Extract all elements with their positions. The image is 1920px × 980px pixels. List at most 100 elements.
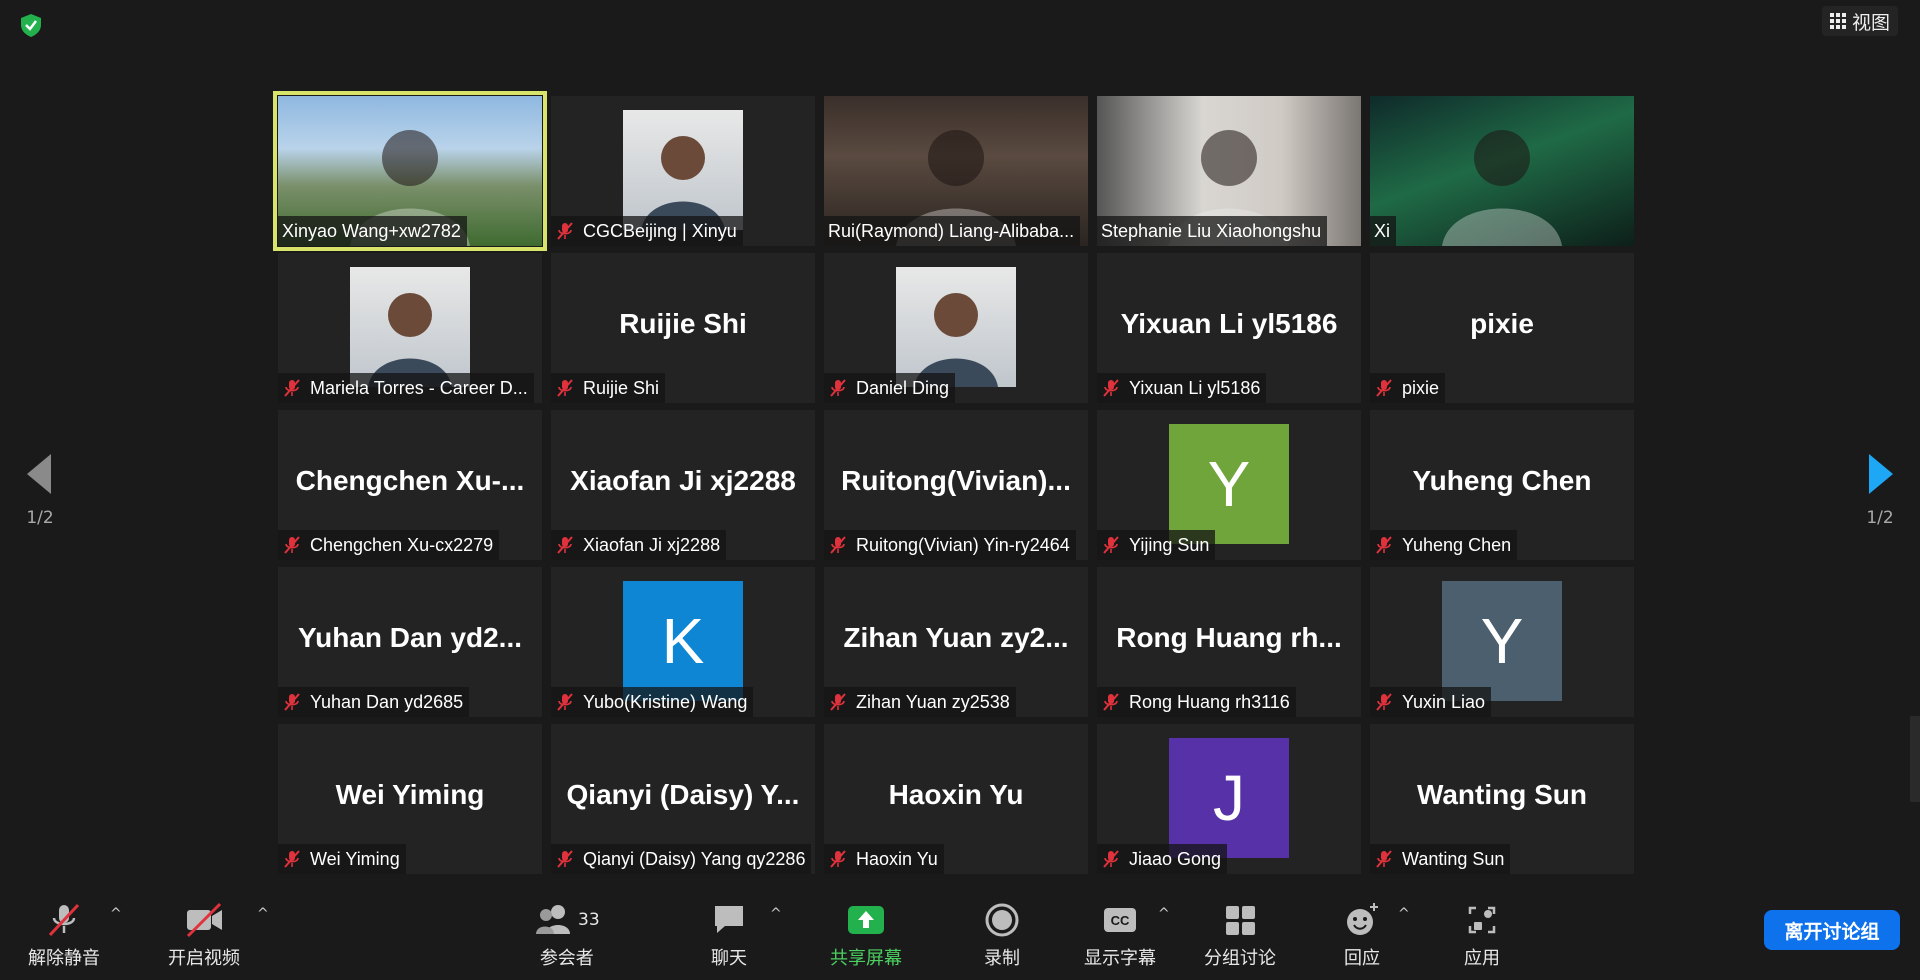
participant-tile[interactable]: Wei Yiming Wei Yiming — [278, 724, 542, 874]
participant-display-name: Wanting Sun — [1416, 779, 1588, 810]
participant-tile[interactable]: Y Yijing Sun — [1097, 410, 1361, 560]
participant-nameplate: Haoxin Yu — [824, 844, 944, 874]
captions-button[interactable]: CC 显示字幕 — [1084, 900, 1156, 970]
participant-name: Yubo(Kristine) Wang — [583, 691, 748, 712]
participant-name: Xinyao Wang+xw2782 — [282, 220, 461, 241]
participant-display-name: Ruijie Shi — [619, 308, 747, 339]
participant-tile[interactable]: Rong Huang rh... Rong Huang rh3116 — [1097, 567, 1361, 717]
participant-tile[interactable]: CGCBeijing | Xinyu — [551, 96, 815, 246]
next-page-nav[interactable]: 1/2 — [1840, 420, 1920, 560]
captions-options-caret-icon[interactable]: ^ — [1158, 906, 1170, 922]
participant-nameplate: Yuhan Dan yd2685 — [278, 687, 470, 717]
participant-nameplate: Ruitong(Vivian) Yin-ry2464 — [824, 530, 1076, 560]
participant-tile[interactable]: Daniel Ding — [824, 253, 1088, 403]
participant-nameplate: Qianyi (Daisy) Yang qy2286 — [551, 844, 812, 874]
participant-name: pixie — [1402, 377, 1440, 398]
muted-mic-icon — [1103, 693, 1119, 711]
muted-mic-icon — [1376, 536, 1392, 554]
security-shield-icon[interactable] — [18, 12, 44, 38]
closed-captions-icon: CC — [1104, 908, 1136, 932]
participant-name: Yuheng Chen — [1402, 534, 1512, 555]
reactions-button[interactable]: 回应 — [1342, 900, 1382, 970]
meeting-toolbar: 解除静音 ^ 开启视频 ^ 33 参会者 聊天 ^ 共享屏幕 录制 CC 显示字… — [0, 890, 1920, 980]
participant-tile[interactable]: Yuheng Chen Yuheng Chen — [1370, 410, 1634, 560]
muted-mic-icon — [1376, 693, 1392, 711]
participant-name: Ruijie Shi — [583, 377, 660, 398]
leave-breakout-room-button[interactable]: 离开讨论组 — [1764, 910, 1900, 950]
view-button[interactable]: 视图 — [1821, 6, 1898, 36]
participant-tile[interactable]: Ruitong(Vivian)... Ruitong(Vivian) Yin-ry… — [824, 410, 1088, 560]
audio-options-caret-icon[interactable]: ^ — [110, 906, 122, 922]
participant-display-name: Yuheng Chen — [1412, 465, 1592, 496]
record-button[interactable]: 录制 — [982, 900, 1022, 970]
grid-view-icon — [1829, 13, 1846, 29]
side-scrollbar[interactable] — [1910, 716, 1920, 802]
participant-nameplate: Daniel Ding — [824, 373, 956, 403]
participant-tile[interactable]: Mariela Torres - Career D... — [278, 253, 542, 403]
unmute-button[interactable]: 解除静音 — [28, 900, 100, 970]
participant-name: Jiaao Gong — [1129, 848, 1222, 869]
apps-button[interactable]: 应用 — [1462, 900, 1502, 970]
participant-nameplate: Yijing Sun — [1097, 530, 1216, 560]
participant-name: Rong Huang rh3116 — [1129, 691, 1290, 712]
participant-nameplate: Yixuan Li yl5186 — [1097, 373, 1267, 403]
chat-options-caret-icon[interactable]: ^ — [770, 906, 782, 922]
participant-tile[interactable]: Haoxin Yu Haoxin Yu — [824, 724, 1088, 874]
participant-tile[interactable]: J Jiaao Gong — [1097, 724, 1361, 874]
svg-text:CC: CC — [1111, 913, 1130, 928]
unmute-label: 解除静音 — [28, 948, 100, 969]
page-indicator-right: 1/2 — [1866, 508, 1894, 528]
muted-mic-icon — [557, 379, 573, 397]
profile-person-icon — [641, 136, 725, 230]
participant-name: Rui(Raymond) Liang-Alibaba... — [828, 220, 1075, 241]
participant-tile[interactable]: Chengchen Xu-... Chengchen Xu-cx2279 — [278, 410, 542, 560]
participant-tile[interactable]: Ruijie Shi Ruijie Shi — [551, 253, 815, 403]
participant-name: Yijing Sun — [1129, 534, 1210, 555]
participant-name: Chengchen Xu-cx2279 — [310, 534, 494, 555]
participants-label: 参会者 — [539, 948, 594, 969]
previous-page-nav[interactable]: 1/2 — [0, 420, 80, 560]
breakout-rooms-button[interactable]: 分组讨论 — [1204, 900, 1276, 970]
participant-tile[interactable]: Xinyao Wang+xw2782 — [273, 91, 547, 251]
participant-tile[interactable]: Rui(Raymond) Liang-Alibaba... — [824, 96, 1088, 246]
breakout-rooms-label: 分组讨论 — [1204, 948, 1276, 969]
participant-name: Zihan Yuan zy2538 — [856, 691, 1010, 712]
avatar-initial: Y — [1169, 424, 1289, 544]
participant-display-name: Haoxin Yu — [888, 779, 1024, 810]
participant-nameplate: Yubo(Kristine) Wang — [551, 687, 754, 717]
participant-name: Xi — [1374, 220, 1391, 241]
participant-tile[interactable]: K Yubo(Kristine) Wang — [551, 567, 815, 717]
arrow-right-icon[interactable] — [1865, 452, 1895, 496]
muted-mic-icon — [284, 379, 300, 397]
person-silhouette-icon — [1442, 130, 1562, 246]
participant-tile[interactable]: Qianyi (Daisy) Y... Qianyi (Daisy) Yang q… — [551, 724, 815, 874]
participant-tile[interactable]: Yixuan Li yl5186 Yixuan Li yl5186 — [1097, 253, 1361, 403]
reactions-options-caret-icon[interactable]: ^ — [1398, 906, 1410, 922]
participants-icon — [536, 905, 570, 934]
avatar-initial: J — [1169, 738, 1289, 858]
participant-nameplate: Jiaao Gong — [1097, 844, 1228, 874]
start-video-button[interactable]: 开启视频 — [168, 900, 240, 970]
participant-nameplate: Yuheng Chen — [1370, 530, 1518, 560]
share-screen-label: 共享屏幕 — [830, 948, 902, 969]
participant-tile[interactable]: Xi — [1370, 96, 1634, 246]
participant-nameplate: pixie — [1370, 373, 1446, 403]
chat-button[interactable]: 聊天 — [709, 900, 749, 970]
participant-nameplate: Zihan Yuan zy2538 — [824, 687, 1016, 717]
muted-mic-icon — [557, 850, 573, 868]
participant-tile[interactable]: pixie pixie — [1370, 253, 1634, 403]
arrow-left-icon[interactable] — [25, 452, 55, 496]
participant-tile[interactable]: Yuhan Dan yd2... Yuhan Dan yd2685 — [278, 567, 542, 717]
participant-name: Ruitong(Vivian) Yin-ry2464 — [856, 534, 1070, 555]
participants-button[interactable]: 33 参会者 — [534, 900, 600, 970]
avatar-initial: K — [623, 581, 743, 701]
participant-tile[interactable]: Y Yuxin Liao — [1370, 567, 1634, 717]
muted-mic-icon — [1103, 850, 1119, 868]
participant-tile[interactable]: Stephanie Liu Xiaohongshu — [1097, 96, 1361, 246]
participant-tile[interactable]: Zihan Yuan zy2... Zihan Yuan zy2538 — [824, 567, 1088, 717]
participant-tile[interactable]: Wanting Sun Wanting Sun — [1370, 724, 1634, 874]
video-options-caret-icon[interactable]: ^ — [257, 906, 269, 922]
share-screen-button[interactable]: 共享屏幕 — [830, 900, 902, 970]
apps-icon — [1468, 906, 1496, 934]
participant-tile[interactable]: Xiaofan Ji xj2288 Xiaofan Ji xj2288 — [551, 410, 815, 560]
